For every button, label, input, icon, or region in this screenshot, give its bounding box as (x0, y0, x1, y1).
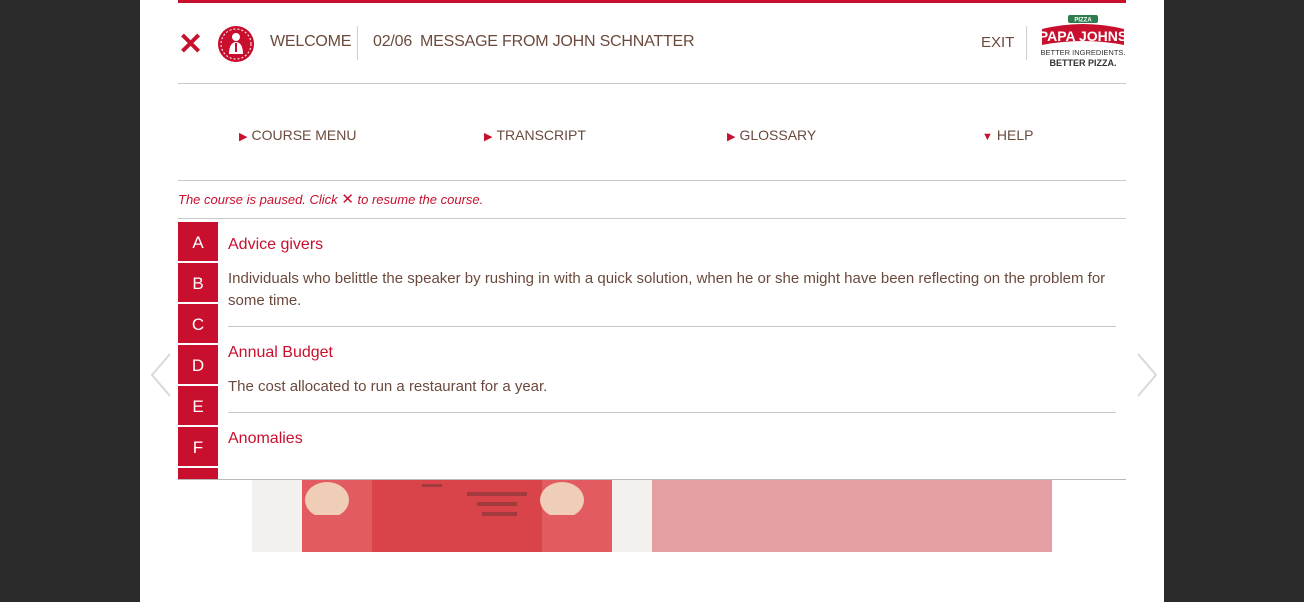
nav-glossary-label: GLOSSARY (739, 127, 817, 143)
papa-johns-logo: PIZZA PAPA JOHNS BETTER INGREDIENTS. BET… (1039, 15, 1127, 71)
glossary-definition: Individuals who belittle the speaker by … (228, 270, 1106, 309)
triangle-right-icon: ▶ (484, 131, 493, 143)
glossary-entry: Annual Budget The cost allocated to run … (228, 327, 1116, 413)
glossary-term: Anomalies (228, 430, 303, 447)
triangle-right-icon: ▶ (239, 131, 248, 143)
logo-tagline-1: BETTER INGREDIENTS. (1040, 48, 1125, 57)
logo-text: PAPA JOHNS (1040, 28, 1126, 44)
nav-course-menu-label: COURSE MENU (251, 127, 357, 143)
page-title: 02/06 MESSAGE FROM JOHN SCHNATTER (373, 33, 695, 51)
nav-transcript[interactable]: ▶ TRANSCRIPT (484, 127, 586, 143)
header-divider (357, 26, 358, 60)
triangle-down-icon: ▼ (982, 131, 993, 143)
page-title-text: MESSAGE FROM JOHN SCHNATTER (420, 33, 695, 50)
glossary-letter-b[interactable]: B (178, 263, 218, 302)
glossary-letter-e[interactable]: E (178, 386, 218, 425)
nav-help[interactable]: ▼ HELP (982, 127, 1033, 143)
pause-text-after: to resume the course. (357, 192, 484, 207)
header-divider-right (1026, 26, 1027, 60)
glossary-definition: The cost allocated to run a restaurant f… (228, 378, 548, 395)
glossary-letter-more[interactable] (178, 468, 218, 479)
pause-message: The course is paused. Click ✕ to resume … (178, 181, 1126, 219)
founder-avatar-icon (218, 26, 254, 62)
nav-help-label: HELP (996, 127, 1034, 143)
close-icon[interactable]: ✕ (341, 191, 354, 208)
glossary-letter-a[interactable]: A (178, 222, 218, 261)
logo-pizza-text: PIZZA (1074, 18, 1092, 24)
logo-tagline-2: BETTER PIZZA. (1050, 58, 1117, 68)
glossary-letter-index: A B C D E F (178, 222, 218, 479)
course-nav: ▶ COURSE MENU ▶ TRANSCRIPT ▶ GLOSSARY ▼ HELP (178, 84, 1126, 181)
glossary-term: Annual Budget (228, 344, 333, 361)
glossary-entries: Advice givers Individuals who belittle t… (228, 219, 1116, 462)
glossary-letter-f[interactable]: F (178, 427, 218, 466)
close-icon[interactable]: ✕ (178, 30, 203, 60)
slide-pink-panel (652, 480, 1052, 552)
slide-content (252, 480, 1052, 552)
glossary-entry: Anomalies (228, 413, 1116, 462)
nav-glossary[interactable]: ▶ GLOSSARY (727, 127, 816, 143)
chevron-left-icon[interactable] (150, 350, 174, 400)
chevron-right-icon[interactable] (1134, 350, 1158, 400)
glossary-panel: A B C D E F Advice givers Individuals wh… (178, 219, 1126, 480)
glossary-term: Advice givers (228, 236, 324, 253)
glossary-letter-d[interactable]: D (178, 345, 218, 384)
page-number: 02/06 (373, 33, 413, 50)
pause-text-before: The course is paused. Click (178, 192, 338, 207)
welcome-label[interactable]: WELCOME (270, 33, 351, 51)
founder-photo (252, 480, 652, 552)
nav-course-menu[interactable]: ▶ COURSE MENU (239, 127, 356, 143)
glossary-letter-c[interactable]: C (178, 304, 218, 343)
triangle-right-icon: ▶ (727, 131, 736, 143)
course-page: ✕ WELCOME 02/06 MESSAGE FROM JOHN SCHNATT… (140, 0, 1164, 602)
glossary-entry: Advice givers Individuals who belittle t… (228, 219, 1116, 327)
exit-button[interactable]: EXIT (981, 34, 1014, 51)
nav-transcript-label: TRANSCRIPT (496, 127, 586, 143)
course-header: ✕ WELCOME 02/06 MESSAGE FROM JOHN SCHNATT… (178, 3, 1127, 84)
